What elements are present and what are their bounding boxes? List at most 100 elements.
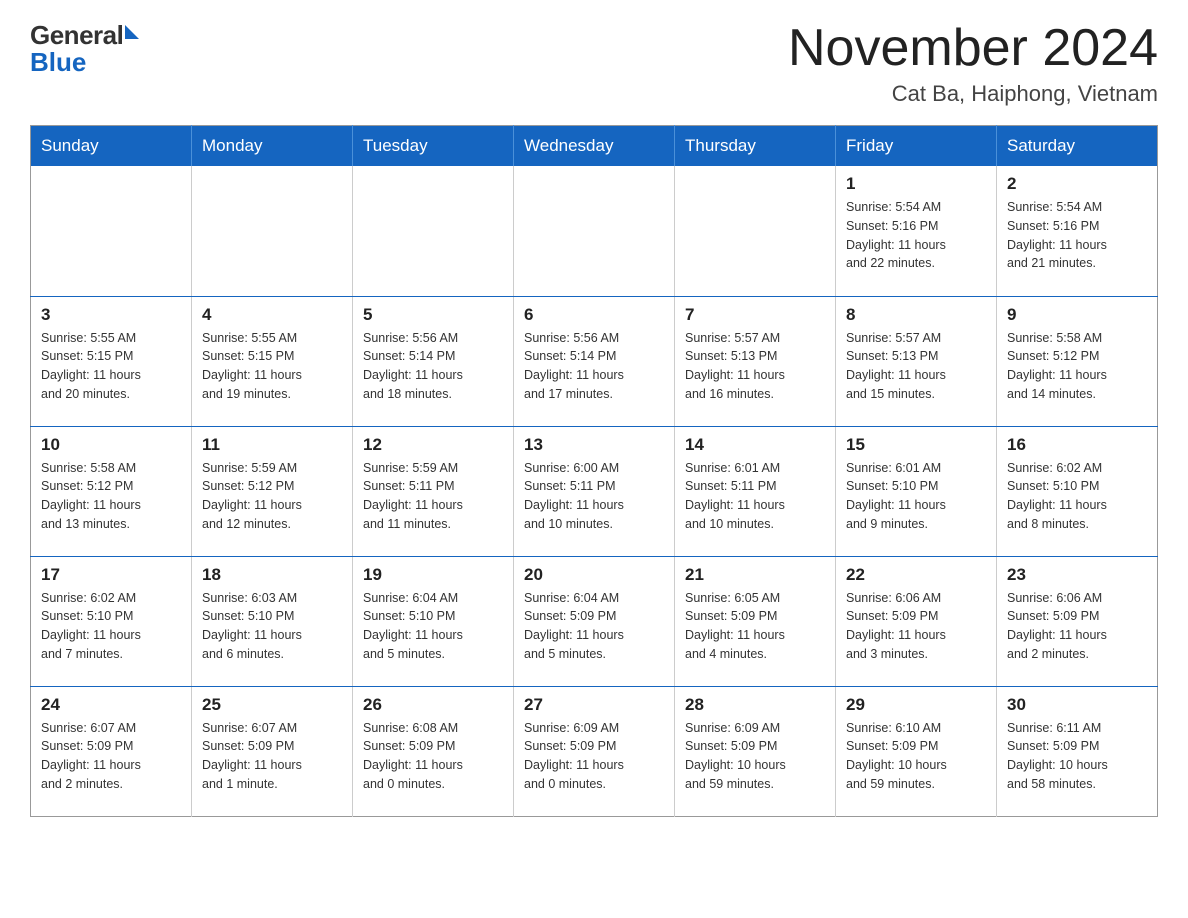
calendar-cell: 25 Sunrise: 6:07 AM Sunset: 5:09 PM Dayli… [192,686,353,816]
weekday-header-sunday: Sunday [31,126,192,167]
logo-triangle-icon [125,25,139,39]
day-info: Sunrise: 5:55 AM Sunset: 5:15 PM Dayligh… [202,329,342,404]
day-number: 5 [363,305,503,325]
weekday-header-tuesday: Tuesday [353,126,514,167]
calendar-week-row: 17 Sunrise: 6:02 AM Sunset: 5:10 PM Dayli… [31,556,1158,686]
logo-blue-text: Blue [30,47,139,78]
day-number: 30 [1007,695,1147,715]
calendar-cell: 20 Sunrise: 6:04 AM Sunset: 5:09 PM Dayli… [514,556,675,686]
day-number: 10 [41,435,181,455]
weekday-header-friday: Friday [836,126,997,167]
day-info: Sunrise: 6:09 AM Sunset: 5:09 PM Dayligh… [685,719,825,794]
day-info: Sunrise: 5:56 AM Sunset: 5:14 PM Dayligh… [363,329,503,404]
day-info: Sunrise: 6:05 AM Sunset: 5:09 PM Dayligh… [685,589,825,664]
day-info: Sunrise: 6:06 AM Sunset: 5:09 PM Dayligh… [846,589,986,664]
day-info: Sunrise: 6:02 AM Sunset: 5:10 PM Dayligh… [41,589,181,664]
day-number: 17 [41,565,181,585]
day-info: Sunrise: 5:57 AM Sunset: 5:13 PM Dayligh… [846,329,986,404]
calendar-cell: 27Sunrise: 6:09 AM Sunset: 5:09 PM Dayli… [514,686,675,816]
calendar-week-row: 3 Sunrise: 5:55 AM Sunset: 5:15 PM Daylig… [31,296,1158,426]
calendar-cell: 14 Sunrise: 6:01 AM Sunset: 5:11 PM Dayli… [675,426,836,556]
day-info: Sunrise: 5:56 AM Sunset: 5:14 PM Dayligh… [524,329,664,404]
calendar-cell: 5 Sunrise: 5:56 AM Sunset: 5:14 PM Daylig… [353,296,514,426]
day-number: 6 [524,305,664,325]
calendar-cell: 24 Sunrise: 6:07 AM Sunset: 5:09 PM Dayli… [31,686,192,816]
day-info: Sunrise: 6:07 AM Sunset: 5:09 PM Dayligh… [202,719,342,794]
day-info: Sunrise: 6:11 AM Sunset: 5:09 PM Dayligh… [1007,719,1147,794]
day-number: 18 [202,565,342,585]
calendar-table: SundayMondayTuesdayWednesdayThursdayFrid… [30,125,1158,817]
weekday-header-wednesday: Wednesday [514,126,675,167]
day-number: 7 [685,305,825,325]
calendar-cell: 8 Sunrise: 5:57 AM Sunset: 5:13 PM Daylig… [836,296,997,426]
day-number: 15 [846,435,986,455]
day-info: Sunrise: 6:07 AM Sunset: 5:09 PM Dayligh… [41,719,181,794]
calendar-cell: 19Sunrise: 6:04 AM Sunset: 5:10 PM Dayli… [353,556,514,686]
calendar-cell: 12 Sunrise: 5:59 AM Sunset: 5:11 PM Dayli… [353,426,514,556]
calendar-cell: 3 Sunrise: 5:55 AM Sunset: 5:15 PM Daylig… [31,296,192,426]
calendar-cell [675,166,836,296]
day-info: Sunrise: 5:59 AM Sunset: 5:12 PM Dayligh… [202,459,342,534]
calendar-cell: 28 Sunrise: 6:09 AM Sunset: 5:09 PM Dayli… [675,686,836,816]
day-number: 28 [685,695,825,715]
day-info: Sunrise: 6:04 AM Sunset: 5:09 PM Dayligh… [524,589,664,664]
day-number: 8 [846,305,986,325]
weekday-header-saturday: Saturday [997,126,1158,167]
day-number: 11 [202,435,342,455]
day-number: 24 [41,695,181,715]
calendar-cell: 6 Sunrise: 5:56 AM Sunset: 5:14 PM Daylig… [514,296,675,426]
day-info: Sunrise: 5:54 AM Sunset: 5:16 PM Dayligh… [1007,198,1147,273]
calendar-cell: 21 Sunrise: 6:05 AM Sunset: 5:09 PM Dayli… [675,556,836,686]
calendar-cell: 23Sunrise: 6:06 AM Sunset: 5:09 PM Dayli… [997,556,1158,686]
day-number: 29 [846,695,986,715]
day-number: 21 [685,565,825,585]
calendar-week-row: 1 Sunrise: 5:54 AM Sunset: 5:16 PM Daylig… [31,166,1158,296]
day-info: Sunrise: 6:01 AM Sunset: 5:10 PM Dayligh… [846,459,986,534]
day-number: 14 [685,435,825,455]
day-info: Sunrise: 5:55 AM Sunset: 5:15 PM Dayligh… [41,329,181,404]
calendar-cell: 29 Sunrise: 6:10 AM Sunset: 5:09 PM Dayli… [836,686,997,816]
calendar-cell: 1 Sunrise: 5:54 AM Sunset: 5:16 PM Daylig… [836,166,997,296]
day-number: 25 [202,695,342,715]
logo: General Blue [30,20,139,78]
calendar-cell: 30 Sunrise: 6:11 AM Sunset: 5:09 PM Dayli… [997,686,1158,816]
calendar-cell: 4 Sunrise: 5:55 AM Sunset: 5:15 PM Daylig… [192,296,353,426]
day-number: 12 [363,435,503,455]
day-number: 9 [1007,305,1147,325]
weekday-header-thursday: Thursday [675,126,836,167]
day-number: 3 [41,305,181,325]
day-number: 16 [1007,435,1147,455]
day-info: Sunrise: 6:01 AM Sunset: 5:11 PM Dayligh… [685,459,825,534]
day-info: Sunrise: 6:00 AM Sunset: 5:11 PM Dayligh… [524,459,664,534]
calendar-cell: 13 Sunrise: 6:00 AM Sunset: 5:11 PM Dayli… [514,426,675,556]
day-number: 13 [524,435,664,455]
calendar-week-row: 24 Sunrise: 6:07 AM Sunset: 5:09 PM Dayli… [31,686,1158,816]
day-number: 4 [202,305,342,325]
day-number: 20 [524,565,664,585]
weekday-header-monday: Monday [192,126,353,167]
day-number: 2 [1007,174,1147,194]
calendar-cell: 9 Sunrise: 5:58 AM Sunset: 5:12 PM Daylig… [997,296,1158,426]
weekday-header-row: SundayMondayTuesdayWednesdayThursdayFrid… [31,126,1158,167]
calendar-cell: 16 Sunrise: 6:02 AM Sunset: 5:10 PM Dayli… [997,426,1158,556]
day-number: 1 [846,174,986,194]
calendar-cell [353,166,514,296]
day-info: Sunrise: 5:57 AM Sunset: 5:13 PM Dayligh… [685,329,825,404]
day-info: Sunrise: 5:58 AM Sunset: 5:12 PM Dayligh… [41,459,181,534]
day-info: Sunrise: 6:08 AM Sunset: 5:09 PM Dayligh… [363,719,503,794]
day-info: Sunrise: 5:54 AM Sunset: 5:16 PM Dayligh… [846,198,986,273]
day-info: Sunrise: 5:58 AM Sunset: 5:12 PM Dayligh… [1007,329,1147,404]
calendar-title: November 2024 [788,20,1158,77]
day-info: Sunrise: 6:02 AM Sunset: 5:10 PM Dayligh… [1007,459,1147,534]
calendar-cell: 17 Sunrise: 6:02 AM Sunset: 5:10 PM Dayli… [31,556,192,686]
calendar-cell [31,166,192,296]
header: General Blue November 2024 Cat Ba, Haiph… [30,20,1158,107]
day-number: 26 [363,695,503,715]
day-info: Sunrise: 5:59 AM Sunset: 5:11 PM Dayligh… [363,459,503,534]
day-number: 22 [846,565,986,585]
day-info: Sunrise: 6:06 AM Sunset: 5:09 PM Dayligh… [1007,589,1147,664]
day-info: Sunrise: 6:10 AM Sunset: 5:09 PM Dayligh… [846,719,986,794]
title-area: November 2024 Cat Ba, Haiphong, Vietnam [788,20,1158,107]
day-info: Sunrise: 6:04 AM Sunset: 5:10 PM Dayligh… [363,589,503,664]
calendar-cell [192,166,353,296]
